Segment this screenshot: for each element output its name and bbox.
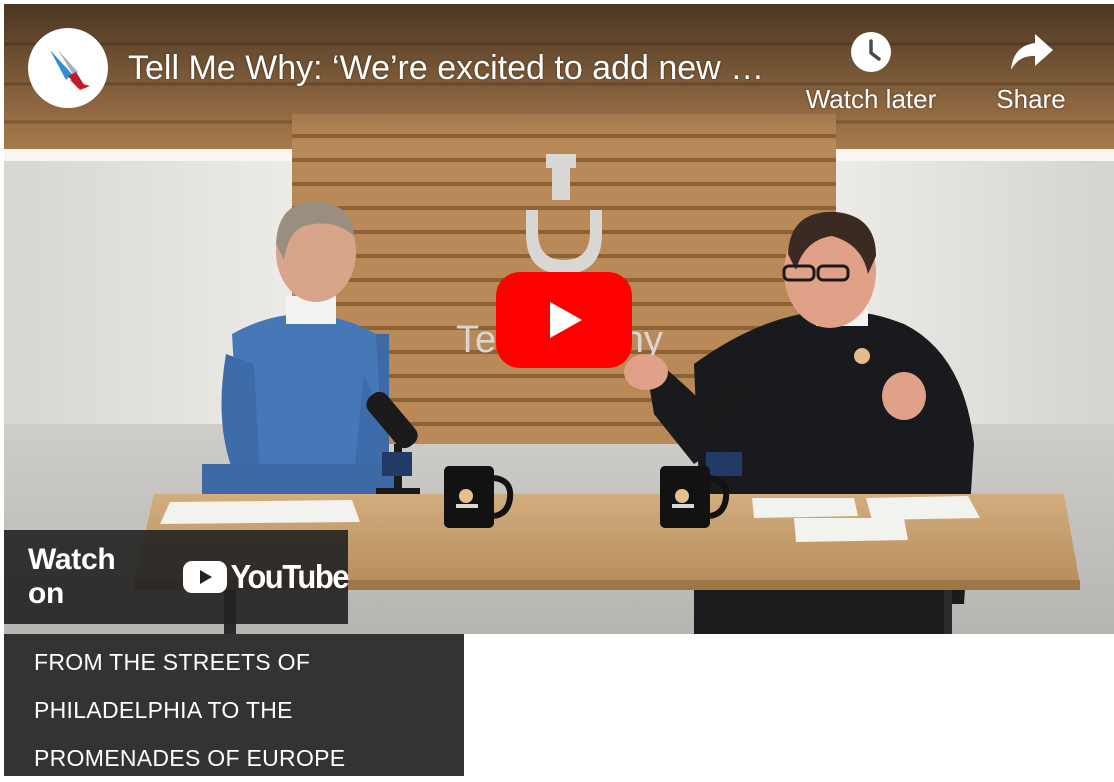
clock-icon — [851, 32, 891, 72]
share-label: Share — [996, 84, 1066, 114]
caption-line: PHILADELPHIA TO THE — [34, 697, 293, 723]
caption-line: FROM THE STREETS OF — [34, 649, 311, 675]
play-icon — [496, 272, 632, 368]
share-arrow-icon — [1011, 34, 1053, 70]
video-player[interactable]: Tell Me Why — [4, 4, 1114, 634]
play-button[interactable] — [496, 272, 632, 368]
video-title[interactable]: Tell Me Why: ‘We’re excited to add new … — [128, 48, 788, 88]
caption-line: PROMENADES OF EUROPE — [34, 745, 346, 771]
watch-later-label: Watch later — [805, 84, 937, 114]
youtube-wordmark: YouTube — [230, 557, 350, 596]
watch-on-label: Watch on — [28, 543, 116, 610]
american-airlines-logo-icon — [50, 50, 90, 90]
youtube-play-icon — [182, 561, 227, 593]
watch-later-button[interactable]: Watch later — [796, 30, 946, 114]
caption-box: FROM THE STREETS OF PHILADELPHIA TO THE … — [4, 634, 464, 776]
youtube-logo: YouTube — [182, 557, 350, 596]
watch-on-youtube-button[interactable]: Watch on YouTube — [4, 530, 350, 624]
share-button[interactable]: Share — [956, 30, 1106, 114]
channel-avatar[interactable] — [28, 28, 108, 108]
caption-text: FROM THE STREETS OF PHILADELPHIA TO THE … — [34, 638, 444, 782]
